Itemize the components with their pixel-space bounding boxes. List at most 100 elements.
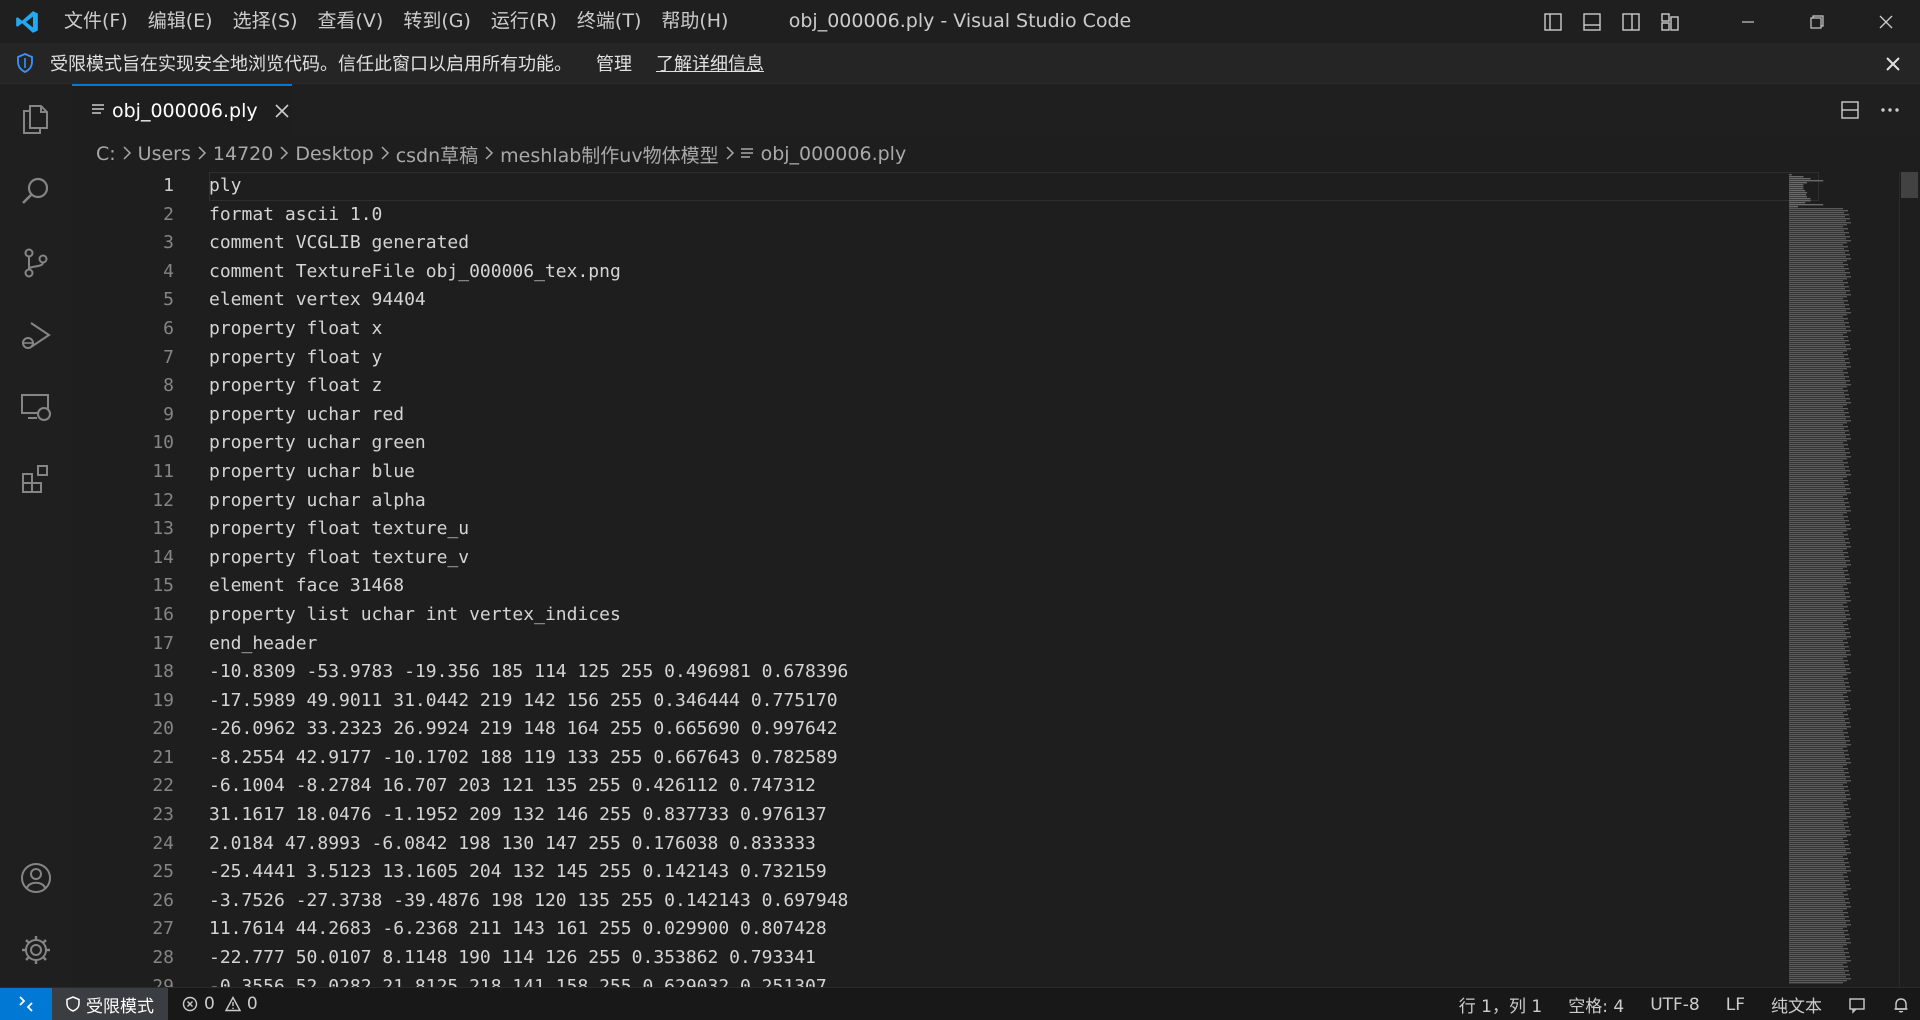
menu-item-7[interactable]: 帮助(H) xyxy=(651,0,738,43)
banner-close-icon[interactable] xyxy=(1880,51,1906,77)
code-line[interactable]: property uchar red xyxy=(209,401,1849,430)
line-number: 13 xyxy=(152,518,174,540)
extensions-icon[interactable] xyxy=(0,446,72,512)
restricted-mode-status[interactable]: 受限模式 xyxy=(52,987,168,1020)
run-debug-icon[interactable] xyxy=(0,302,72,368)
menu-item-1[interactable]: 编辑(E) xyxy=(138,0,223,43)
breadcrumb-item[interactable]: obj_000006.ply xyxy=(761,143,907,165)
minimap[interactable] xyxy=(1787,172,1855,987)
code-line[interactable]: end_header xyxy=(209,630,1849,659)
code-line[interactable]: property float z xyxy=(209,372,1849,401)
line-number: 26 xyxy=(152,889,174,911)
code-line[interactable]: 2.0184 47.8993 -6.0842 198 130 147 255 0… xyxy=(209,830,1849,859)
language-mode[interactable]: 纯文本 xyxy=(1771,992,1822,1017)
code-line[interactable]: element vertex 94404 xyxy=(209,286,1849,315)
feedback-icon[interactable] xyxy=(1848,996,1866,1014)
vertical-scrollbar[interactable] xyxy=(1899,172,1920,987)
split-editor-icon[interactable] xyxy=(1830,90,1870,130)
code-line[interactable]: property uchar blue xyxy=(209,458,1849,487)
code-line[interactable]: -3.7526 -27.3738 -39.4876 198 120 135 25… xyxy=(209,887,1849,916)
file-lines-icon xyxy=(92,102,104,121)
code-content[interactable]: ply format ascii 1.0 comment VCGLIB genera… xyxy=(209,172,1849,987)
toggle-panel-icon[interactable] xyxy=(1572,0,1611,43)
search-icon[interactable] xyxy=(0,158,72,224)
cursor-position[interactable]: 行 1，列 1 xyxy=(1459,992,1542,1017)
toggle-secondary-sidebar-icon[interactable] xyxy=(1611,0,1650,43)
minimize-icon[interactable] xyxy=(1713,0,1782,43)
restricted-mode-label: 受限模式 xyxy=(86,996,154,1017)
code-line[interactable]: property uchar alpha xyxy=(209,487,1849,516)
menu-item-6[interactable]: 终端(T) xyxy=(567,0,651,43)
explorer-icon[interactable] xyxy=(0,86,72,152)
line-number: 2 xyxy=(163,203,174,225)
line-number: 1 xyxy=(163,175,174,196)
menu-item-4[interactable]: 转到(G) xyxy=(393,0,481,43)
breadcrumb-item[interactable]: C: xyxy=(96,143,116,165)
code-line[interactable]: -25.4441 3.5123 13.1605 204 132 145 255 … xyxy=(209,858,1849,887)
line-number: 9 xyxy=(163,403,174,425)
tab-close-icon[interactable] xyxy=(272,101,292,121)
line-number: 28 xyxy=(152,947,174,969)
restore-icon[interactable] xyxy=(1782,0,1851,43)
tab-obj-file[interactable]: obj_000006.ply xyxy=(72,84,292,136)
manage-gear-icon[interactable] xyxy=(0,917,72,983)
line-number: 19 xyxy=(152,689,174,711)
code-line[interactable]: 11.7614 44.2683 -6.2368 211 143 161 255 … xyxy=(209,915,1849,944)
remote-indicator-icon[interactable] xyxy=(0,987,52,1020)
remote-explorer-icon[interactable] xyxy=(0,374,72,440)
breadcrumb-item[interactable]: 14720 xyxy=(213,143,273,165)
editor-area[interactable]: 1 2 3 4 5 6 7 8 9 10 11 12 13 14 15 16 17 18 19 20 21 22 23 24 2… xyxy=(72,172,1920,987)
code-line[interactable]: comment VCGLIB generated xyxy=(209,229,1849,258)
code-line[interactable]: format ascii 1.0 xyxy=(209,201,1849,230)
breadcrumb-item[interactable]: csdn草稿 xyxy=(396,141,478,168)
code-line[interactable]: comment TextureFile obj_000006_tex.png xyxy=(209,258,1849,287)
error-icon xyxy=(182,996,198,1012)
scrollbar-thumb[interactable] xyxy=(1901,172,1918,198)
code-line[interactable]: -22.777 50.0107 8.1148 190 114 126 255 0… xyxy=(209,944,1849,973)
code-line[interactable]: -26.0962 33.2323 26.9924 219 148 164 255… xyxy=(209,715,1849,744)
shield-icon xyxy=(0,53,50,73)
banner-manage-link[interactable]: 管理 xyxy=(596,50,632,76)
more-actions-icon[interactable] xyxy=(1870,90,1910,130)
code-line[interactable]: -17.5989 49.9011 31.0442 219 142 156 255… xyxy=(209,687,1849,716)
line-number: 11 xyxy=(152,460,174,482)
notifications-bell-icon[interactable] xyxy=(1892,996,1910,1014)
code-line[interactable]: -8.2554 42.9177 -10.1702 188 119 133 255… xyxy=(209,744,1849,773)
code-line[interactable]: element face 31468 xyxy=(209,572,1849,601)
line-number: 24 xyxy=(152,832,174,854)
code-line[interactable]: -0.3556 52.0282 21.8125 218 141 158 255 … xyxy=(209,973,1849,987)
line-number: 8 xyxy=(163,375,174,397)
end-of-line[interactable]: LF xyxy=(1726,995,1745,1015)
breadcrumb-item[interactable]: Users xyxy=(138,143,191,165)
code-line[interactable]: property uchar green xyxy=(209,429,1849,458)
code-line[interactable]: property list uchar int vertex_indices xyxy=(209,601,1849,630)
problems-status[interactable]: 0 0 xyxy=(182,994,258,1014)
code-line[interactable]: property float y xyxy=(209,344,1849,373)
code-line[interactable]: property float x xyxy=(209,315,1849,344)
encoding[interactable]: UTF-8 xyxy=(1650,995,1700,1015)
banner-message: 受限模式旨在实现安全地浏览代码。信任此窗口以启用所有功能。 xyxy=(50,54,572,75)
menu-item-0[interactable]: 文件(F) xyxy=(54,0,138,43)
source-control-icon[interactable] xyxy=(0,230,72,296)
accounts-icon[interactable] xyxy=(0,845,72,911)
code-line[interactable]: property float texture_v xyxy=(209,544,1849,573)
code-line[interactable]: ply xyxy=(209,172,1819,201)
line-number: 27 xyxy=(152,918,174,940)
breadcrumb-item[interactable]: meshlab制作uv物体模型 xyxy=(500,141,718,168)
close-window-icon[interactable] xyxy=(1851,0,1920,43)
banner-learn-more-link[interactable]: 了解详细信息 xyxy=(656,50,764,76)
indentation[interactable]: 空格: 4 xyxy=(1568,992,1624,1017)
menu-item-3[interactable]: 查看(V) xyxy=(308,0,394,43)
code-line[interactable]: 31.1617 18.0476 -1.1952 209 132 146 255 … xyxy=(209,801,1849,830)
code-line[interactable]: -6.1004 -8.2784 16.707 203 121 135 255 0… xyxy=(209,772,1849,801)
line-number: 12 xyxy=(152,489,174,511)
chevron-right-icon xyxy=(122,145,132,164)
customize-layout-icon[interactable] xyxy=(1650,0,1689,43)
file-lines-icon xyxy=(740,147,753,161)
code-line[interactable]: -10.8309 -53.9783 -19.356 185 114 125 25… xyxy=(209,658,1849,687)
menu-item-2[interactable]: 选择(S) xyxy=(223,0,308,43)
code-line[interactable]: property float texture_u xyxy=(209,515,1849,544)
breadcrumb-item[interactable]: Desktop xyxy=(295,143,373,165)
menu-item-5[interactable]: 运行(R) xyxy=(481,0,567,43)
toggle-primary-sidebar-icon[interactable] xyxy=(1533,0,1572,43)
